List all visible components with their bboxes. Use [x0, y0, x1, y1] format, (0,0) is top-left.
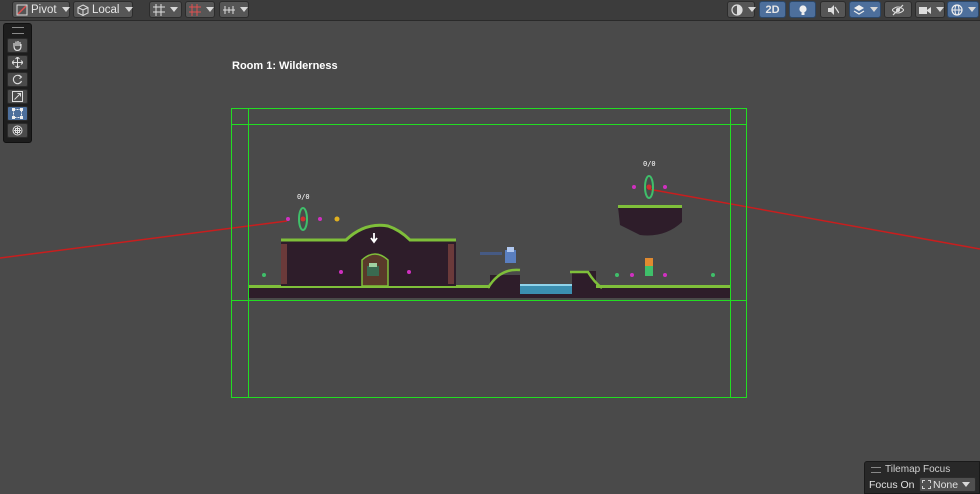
counter-right-label: 0/0	[643, 160, 656, 168]
camera-path-line-left	[0, 220, 288, 259]
npc-character	[480, 247, 516, 263]
focus-on-label: Focus On	[869, 479, 915, 491]
focus-on-dropdown[interactable]: None	[919, 477, 976, 492]
target-icon	[922, 480, 931, 489]
focus-on-value: None	[933, 478, 959, 491]
player-character	[645, 258, 653, 276]
checkpoint-right	[644, 175, 654, 199]
overlay-title: Tilemap Focus	[885, 464, 951, 475]
camera-path-line-right	[647, 188, 980, 250]
drag-handle[interactable]	[871, 466, 881, 473]
floating-island	[618, 205, 682, 236]
chevron-down-icon	[962, 482, 971, 487]
scene-view[interactable]: 0/0 0/0	[0, 0, 980, 494]
counter-left-label: 0/0	[297, 193, 310, 201]
house-structure	[281, 223, 456, 287]
checkpoint-left	[298, 207, 308, 231]
tilemap-focus-overlay: Tilemap Focus Focus On None	[864, 461, 980, 494]
